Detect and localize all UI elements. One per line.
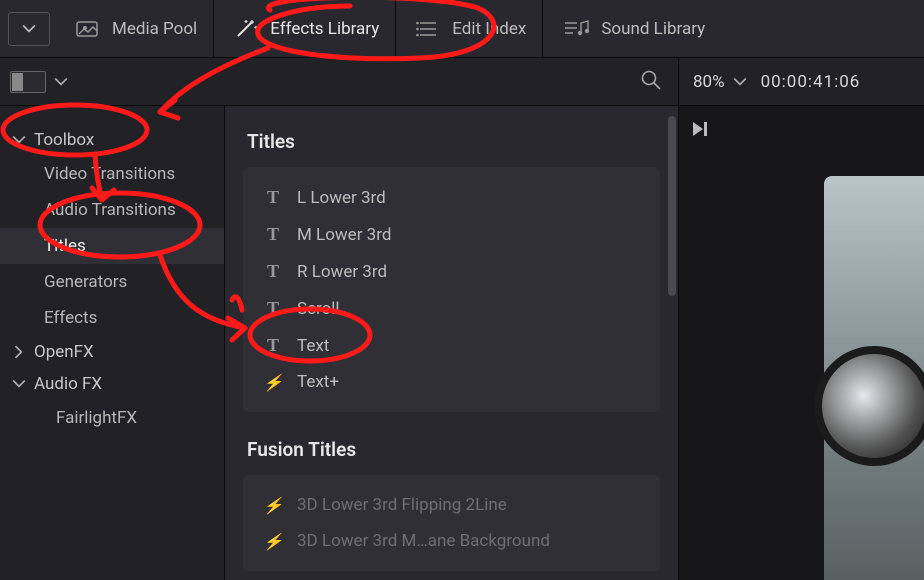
title-item-m-lower-3rd[interactable]: T M Lower 3rd [249,216,654,253]
sub-toolbar: 80% 00:00:41:06 [0,58,924,106]
section-heading-fusion-titles: Fusion Titles [225,432,678,475]
fusion-title-item[interactable]: ⚡ 3D Lower 3rd Flipping 2Line [249,487,654,523]
bolt-icon: ⚡ [263,496,283,515]
title-label: Scroll [297,299,340,319]
sidebar-item-fairlightfx[interactable]: FairlightFX [0,400,224,436]
tab-label: Media Pool [112,19,197,39]
sidebar-group-label: Toolbox [34,130,94,150]
effects-content: Titles T L Lower 3rd T M Lower 3rd T R Lowe… [225,106,678,580]
sidebar-group-toolbox[interactable]: Toolbox [0,124,224,156]
chevron-down-icon [12,377,26,391]
title-item-l-lower-3rd[interactable]: T L Lower 3rd [249,179,654,216]
fusion-titles-list: ⚡ 3D Lower 3rd Flipping 2Line ⚡ 3D Lower 3… [243,475,660,571]
magic-wand-icon [234,18,260,40]
title-label: M Lower 3rd [297,225,391,245]
sidebar-group-label: Audio FX [34,374,102,394]
section-heading-titles: Titles [225,124,678,167]
chevron-right-icon [12,345,26,359]
text-icon: T [263,261,283,282]
tab-effects-library[interactable]: Effects Library [218,0,396,58]
chevron-down-icon[interactable] [54,75,68,89]
chevron-down-icon [733,75,747,89]
top-toolbar: Media Pool Effects Library Edit Index So… [0,0,924,58]
sidebar-item-generators[interactable]: Generators [0,264,224,300]
title-label: 3D Lower 3rd Flipping 2Line [297,495,507,515]
tab-edit-index[interactable]: Edit Index [400,0,543,58]
sidebar-item-video-transitions[interactable]: Video Transitions [0,156,224,192]
viewer-frame-detail [814,346,924,466]
text-icon: T [263,335,283,356]
titles-list: T L Lower 3rd T M Lower 3rd T R Lower 3rd T… [243,167,660,412]
sidebar-group-audiofx[interactable]: Audio FX [0,368,224,400]
viewer-panel [678,106,924,580]
sidebar-item-audio-transitions[interactable]: Audio Transitions [0,192,224,228]
tab-label: Effects Library [270,19,379,39]
title-label: Text [297,336,329,356]
media-pool-icon [76,19,102,39]
edit-list-icon [416,19,442,39]
tab-media-pool[interactable]: Media Pool [60,0,214,58]
title-label: L Lower 3rd [297,188,386,208]
panel-layout-toggle[interactable] [10,71,46,93]
title-item-scroll[interactable]: T Scroll [249,290,654,327]
sidebar-item-titles[interactable]: Titles [0,228,224,264]
text-icon: T [263,187,283,208]
zoom-value: 80% [693,72,725,92]
chevron-down-icon [22,22,36,36]
title-label: 3D Lower 3rd M…ane Background [297,531,550,551]
fusion-title-item[interactable]: ⚡ 3D Lower 3rd M…ane Background [249,523,654,559]
scrollbar[interactable] [668,116,676,296]
tab-label: Edit Index [452,19,526,39]
bolt-icon: ⚡ [263,373,283,392]
title-label: R Lower 3rd [297,262,387,282]
title-item-text-plus[interactable]: ⚡ Text+ [249,364,654,400]
timecode-display[interactable]: 00:00:41:06 [761,72,861,92]
search-icon[interactable] [640,69,662,95]
next-clip-button[interactable] [679,106,924,142]
sidebar-group-label: OpenFX [34,342,94,362]
tab-sound-library[interactable]: Sound Library [547,0,721,58]
music-list-icon [563,19,591,39]
bolt-icon: ⚡ [263,532,283,551]
title-item-r-lower-3rd[interactable]: T R Lower 3rd [249,253,654,290]
text-icon: T [263,224,283,245]
sidebar-item-effects[interactable]: Effects [0,300,224,336]
next-frame-icon [691,120,711,138]
chevron-down-icon [12,133,26,147]
text-icon: T [263,298,283,319]
effects-sidebar: Toolbox Video Transitions Audio Transiti… [0,106,225,580]
tab-label: Sound Library [601,19,705,39]
workspace-dropdown[interactable] [8,12,50,46]
sidebar-group-openfx[interactable]: OpenFX [0,336,224,368]
zoom-control[interactable]: 80% [693,72,747,92]
title-label: Text+ [297,372,339,392]
title-item-text[interactable]: T Text [249,327,654,364]
